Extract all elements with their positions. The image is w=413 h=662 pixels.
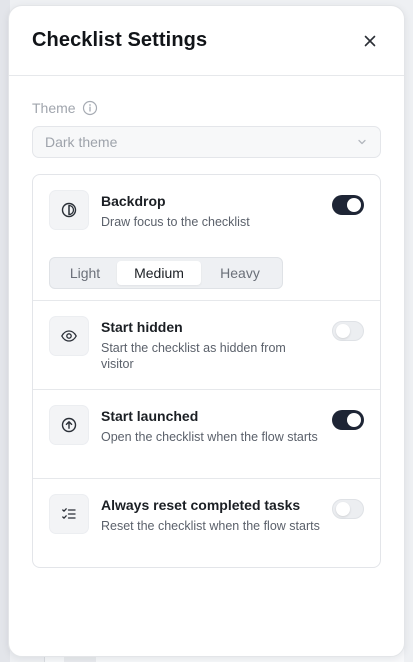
toggle-knob bbox=[347, 413, 361, 427]
arrow-up-circle-icon bbox=[49, 405, 89, 445]
backdrop-toggle[interactable] bbox=[332, 195, 364, 215]
theme-select[interactable]: Dark theme bbox=[32, 126, 381, 158]
theme-select-value: Dark theme bbox=[45, 134, 118, 150]
setting-reset-tasks: Always reset completed tasks Reset the c… bbox=[33, 478, 380, 567]
backdrop-title: Backdrop bbox=[101, 193, 166, 209]
toggle-knob bbox=[336, 502, 350, 516]
backdrop-text: Backdrop Draw focus to the checklist bbox=[101, 190, 364, 241]
start-launched-description: Open the checklist when the flow starts bbox=[101, 430, 318, 444]
backdrop-option-heavy[interactable]: Heavy bbox=[201, 261, 279, 285]
setting-start-hidden: Start hidden Start the checklist as hidd… bbox=[33, 300, 380, 389]
start-hidden-toggle[interactable] bbox=[332, 321, 364, 341]
theme-label: Theme bbox=[32, 100, 76, 116]
reset-tasks-title: Always reset completed tasks bbox=[101, 497, 301, 513]
start-launched-toggle[interactable] bbox=[332, 410, 364, 430]
close-icon bbox=[364, 35, 376, 46]
reset-tasks-text: Always reset completed tasks Reset the c… bbox=[101, 494, 364, 567]
setting-backdrop: Backdrop Draw focus to the checklist Lig… bbox=[33, 175, 380, 300]
list-checks-icon bbox=[49, 494, 89, 534]
toggle-knob bbox=[336, 324, 350, 338]
checklist-settings-panel: Checklist Settings Theme Dark theme Back… bbox=[8, 5, 405, 657]
close-button[interactable] bbox=[360, 31, 380, 51]
settings-body: Theme Dark theme Backdrop Draw focus to … bbox=[9, 76, 404, 568]
panel-header: Checklist Settings bbox=[9, 6, 404, 76]
start-hidden-description: Start the checklist as hidden from visit… bbox=[101, 341, 286, 371]
info-icon[interactable] bbox=[82, 100, 98, 116]
panel-title: Checklist Settings bbox=[32, 29, 208, 51]
theme-label-row: Theme bbox=[32, 100, 381, 116]
start-launched-title: Start launched bbox=[101, 408, 199, 424]
backdrop-option-light[interactable]: Light bbox=[53, 261, 117, 285]
reset-tasks-toggle[interactable] bbox=[332, 499, 364, 519]
backdrop-description: Draw focus to the checklist bbox=[101, 215, 250, 229]
setting-start-launched: Start launched Open the checklist when t… bbox=[33, 389, 380, 478]
start-hidden-title: Start hidden bbox=[101, 319, 183, 335]
reset-tasks-description: Reset the checklist when the flow starts bbox=[101, 519, 320, 533]
toggle-knob bbox=[347, 198, 361, 212]
settings-card: Backdrop Draw focus to the checklist Lig… bbox=[32, 174, 381, 568]
backdrop-intensity-selector: Light Medium Heavy bbox=[49, 257, 283, 289]
eye-icon bbox=[49, 316, 89, 356]
backdrop-option-medium[interactable]: Medium bbox=[117, 261, 201, 285]
contrast-icon bbox=[49, 190, 89, 230]
start-hidden-text: Start hidden Start the checklist as hidd… bbox=[101, 316, 364, 389]
chevron-down-icon bbox=[358, 139, 366, 145]
start-launched-text: Start launched Open the checklist when t… bbox=[101, 405, 364, 478]
